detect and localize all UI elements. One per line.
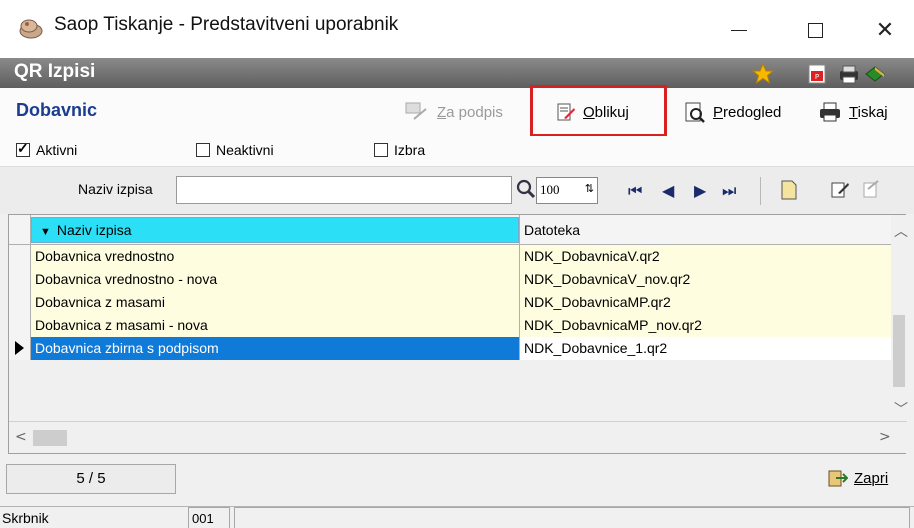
cell-datoteka[interactable]: NDK_DobavnicaMP.qr2 — [519, 291, 891, 314]
izbra-label: Izbra — [394, 142, 426, 158]
minimize-button[interactable] — [716, 10, 762, 50]
row-indicator — [9, 291, 31, 314]
next-record-icon[interactable]: ▶ — [694, 181, 706, 200]
close-icon: ✕ — [875, 17, 895, 43]
izbra-checkbox-box[interactable] — [374, 143, 388, 157]
cell-datoteka[interactable]: NDK_DobavnicaV_nov.qr2 — [519, 268, 891, 291]
table-row[interactable]: Dobavnica z masami NDK_DobavnicaMP.qr2 — [9, 291, 891, 314]
pdf-icon[interactable]: P — [806, 63, 828, 85]
first-record-icon[interactable]: ⏮ — [628, 181, 642, 201]
printer-icon — [820, 102, 840, 122]
scroll-left-icon[interactable]: < — [15, 429, 27, 445]
row-indicator — [9, 245, 31, 268]
status-code: 001 — [188, 507, 230, 528]
star-icon[interactable] — [752, 63, 774, 85]
reports-grid[interactable]: ▼ Naziv izpisa Datoteka Dobavnica vrednos… — [8, 214, 908, 454]
row-indicator — [9, 268, 31, 291]
cell-naziv[interactable]: Dobavnica vrednostno — [31, 245, 519, 268]
zoom-field[interactable]: 100 ⇅ — [536, 177, 598, 204]
scroll-down-icon[interactable]: ﹀ — [894, 399, 908, 419]
status-user: Skrbnik — [2, 510, 49, 526]
aktivni-checkbox-box[interactable] — [16, 140, 30, 157]
search-input[interactable] — [176, 176, 512, 204]
delete-record-icon[interactable] — [862, 179, 882, 199]
status-bar: Skrbnik 001 — [0, 506, 914, 528]
window-title: Saop Tiskanje - Predstavitveni uporabnik — [54, 14, 399, 35]
header-band: QR Izpisi P — [0, 58, 914, 88]
preview-icon — [685, 102, 705, 123]
scroll-right-icon[interactable]: > — [879, 429, 891, 445]
app-window: Saop Tiskanje - Predstavitveni uporabnik… — [0, 0, 914, 528]
toolbar-separator — [760, 177, 761, 205]
zapri-button[interactable]: Zapri — [826, 468, 888, 488]
book-icon[interactable] — [864, 63, 886, 85]
cell-naziv[interactable]: Dobavnica zbirna s podpisom — [31, 337, 519, 360]
printer-stack-icon[interactable] — [838, 63, 860, 85]
maximize-button[interactable] — [792, 10, 838, 50]
signature-icon — [405, 102, 427, 120]
footer: 5 / 5 Zapri — [0, 454, 914, 506]
previous-record-icon[interactable]: ◀ — [662, 181, 674, 200]
column-header-naziv[interactable]: ▼ Naziv izpisa — [31, 217, 519, 243]
search-icon[interactable] — [516, 179, 536, 199]
current-row-arrow-icon — [15, 341, 24, 355]
izbra-checkbox[interactable]: Izbra — [374, 142, 425, 158]
tiskaj-button[interactable]: Tiskaj — [818, 97, 888, 127]
horizontal-scroll-thumb[interactable] — [33, 430, 67, 446]
row-indicator-header — [9, 215, 31, 245]
header-title: QR Izpisi — [14, 61, 96, 82]
filter-row: Aktivni Neaktivni Izbra — [0, 136, 914, 166]
maximize-icon — [807, 22, 823, 38]
cell-naziv[interactable]: Dobavnica vrednostno - nova — [31, 268, 519, 291]
title-bar: Saop Tiskanje - Predstavitveni uporabnik… — [0, 0, 914, 58]
table-row-selected[interactable]: Dobavnica zbirna s podpisom NDK_Dobavnic… — [9, 337, 891, 360]
cell-naziv[interactable]: Dobavnica z masami — [31, 291, 519, 314]
search-label: Naziv izpisa — [78, 181, 153, 197]
za-podpis-label: Za podpis — [437, 103, 503, 121]
zapri-label: Zapri — [854, 469, 889, 487]
spin-icon[interactable]: ⇅ — [585, 182, 594, 199]
vertical-scrollbar[interactable]: ︿ ﹀ — [891, 215, 908, 421]
table-row[interactable]: Dobavnica z masami - nova NDK_DobavnicaM… — [9, 314, 891, 337]
cell-datoteka[interactable]: NDK_Dobavnice_1.qr2 — [519, 337, 891, 360]
minimize-icon — [731, 29, 747, 31]
neaktivni-checkbox-box[interactable] — [196, 143, 210, 157]
app-icon — [19, 19, 43, 39]
column-header-datoteka[interactable]: Datoteka — [519, 215, 891, 245]
cell-datoteka[interactable]: NDK_DobavnicaMP_nov.qr2 — [519, 314, 891, 337]
table-row[interactable]: Dobavnica vrednostno - nova NDK_Dobavnic… — [9, 268, 891, 291]
sort-descending-icon: ▼ — [40, 226, 51, 238]
svg-text:P: P — [815, 73, 819, 81]
highlight-box — [530, 85, 667, 137]
new-record-icon[interactable] — [780, 179, 798, 201]
aktivni-checkbox[interactable]: Aktivni — [16, 140, 78, 158]
vertical-scroll-thumb[interactable] — [893, 315, 905, 387]
predogled-button[interactable]: Predogled — [684, 97, 781, 127]
status-panel — [234, 507, 910, 528]
scroll-up-icon[interactable]: ︿ — [894, 221, 908, 241]
last-record-icon[interactable]: ⏭ — [722, 181, 736, 201]
cell-naziv[interactable]: Dobavnica z masami - nova — [31, 314, 519, 337]
exit-icon — [828, 470, 848, 487]
section-title: Dobavnic — [16, 100, 98, 120]
neaktivni-label: Neaktivni — [216, 142, 274, 158]
toolbar: Dobavnic Za podpis Oblikuj Predogled Tis… — [0, 88, 914, 136]
za-podpis-button[interactable]: Za podpis — [404, 97, 503, 127]
row-indicator — [9, 337, 31, 360]
close-window-button[interactable]: ✕ — [862, 10, 908, 50]
cell-datoteka[interactable]: NDK_DobavnicaV.qr2 — [519, 245, 891, 268]
row-indicator — [9, 314, 31, 337]
zoom-value: 100 — [540, 182, 560, 197]
aktivni-label: Aktivni — [36, 142, 78, 158]
table-row[interactable]: Dobavnica vrednostno NDK_DobavnicaV.qr2 — [9, 245, 891, 268]
column-header-naziv-label: Naziv izpisa — [56, 222, 132, 238]
predogled-label: Predogled — [713, 103, 782, 121]
horizontal-scrollbar[interactable]: < > — [9, 421, 907, 453]
grid-header: ▼ Naziv izpisa Datoteka — [9, 215, 907, 245]
search-row: Naziv izpisa 100 ⇅ ⏮ ◀ ▶ ⏭ — [0, 166, 914, 214]
tiskaj-label: Tiskaj — [849, 103, 888, 121]
record-counter: 5 / 5 — [6, 464, 176, 494]
neaktivni-checkbox[interactable]: Neaktivni — [196, 142, 274, 158]
edit-record-icon[interactable] — [830, 179, 850, 199]
